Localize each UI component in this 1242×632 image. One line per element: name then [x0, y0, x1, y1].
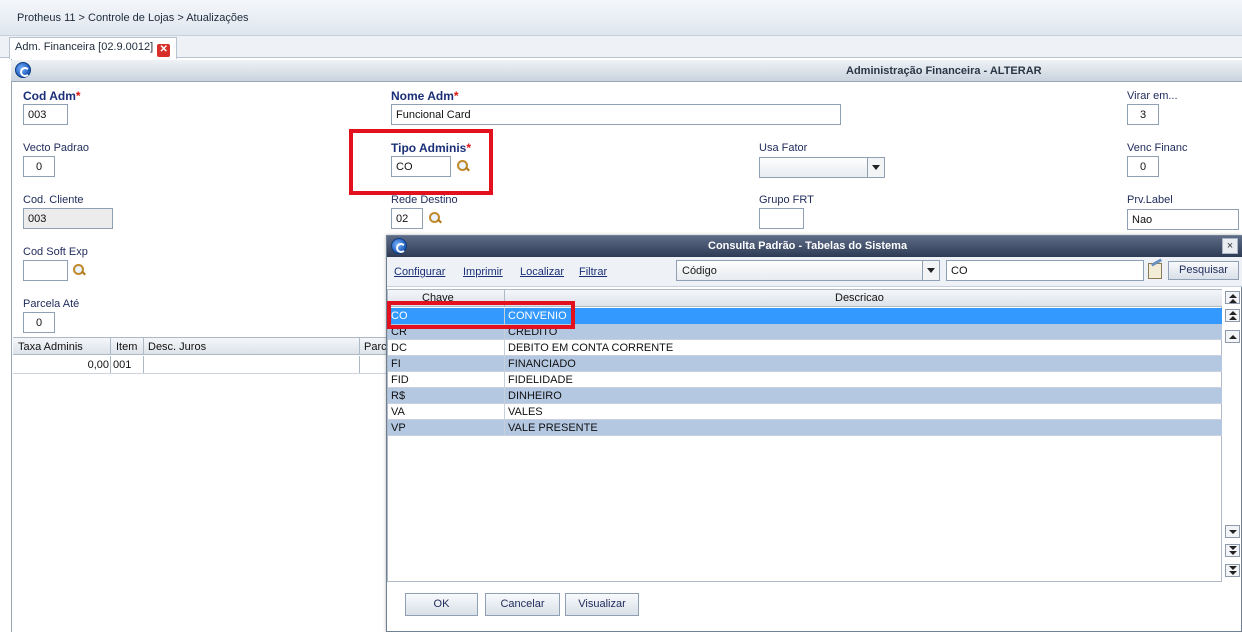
col-descricao[interactable]: Descricao [835, 292, 884, 304]
vecto-padrao-label: Vecto Padrao [23, 142, 90, 154]
vecto-padrao-field[interactable]: 0 [23, 156, 55, 177]
taxa-grid-header: Taxa Adminis Item Desc. Juros Parc [13, 337, 393, 355]
tab-strip [0, 36, 1242, 58]
selected-row-highlight [387, 301, 575, 329]
chevron-down-icon[interactable] [922, 261, 939, 280]
scroll-down-icon[interactable] [1225, 525, 1240, 538]
usa-fator-label: Usa Fator [759, 142, 808, 154]
form-title-bar [11, 60, 1242, 82]
breadcrumb: Protheus 11 > Controle de Lojas > Atuali… [17, 12, 249, 24]
close-tab-icon[interactable]: ✕ [157, 44, 171, 57]
col-parc[interactable]: Parc [364, 341, 387, 353]
form-title: Administração Financeira - ALTERAR [846, 65, 1042, 77]
tipo-adminis-label: Tipo Adminis* [391, 141, 472, 155]
venc-financ-label: Venc Financ [1127, 142, 1188, 154]
filtrar-link[interactable]: Filtrar [579, 266, 607, 278]
order-select-value: Código [682, 265, 717, 277]
usa-fator-select[interactable] [759, 157, 885, 178]
cod-adm-field[interactable]: 003 [23, 104, 68, 125]
cod-soft-exp-search-icon[interactable] [72, 263, 86, 277]
cell-item: 001 [113, 359, 132, 371]
tipo-adminis-search-icon[interactable] [456, 159, 470, 173]
list-item[interactable]: DC DEBITO EM CONTA CORRENTE [388, 340, 1222, 356]
localizar-link[interactable]: Localizar [520, 266, 564, 278]
col-desc-juros[interactable]: Desc. Juros [148, 341, 206, 353]
rede-destino-search-icon[interactable] [428, 211, 442, 225]
list-item[interactable]: FID FIDELIDADE [388, 372, 1222, 388]
dialog-logo-icon [391, 238, 407, 254]
rede-destino-label: Rede Destino [391, 194, 458, 206]
scroll-page-up-icon[interactable] [1225, 309, 1240, 322]
prv-label-label: Prv.Label [1127, 194, 1173, 206]
nome-adm-field[interactable]: Funcional Card [391, 104, 841, 125]
list-item[interactable]: VP VALE PRESENTE [388, 420, 1222, 436]
protheus-logo-icon [15, 62, 31, 78]
col-item[interactable]: Item [116, 341, 137, 353]
scroll-bottom-icon[interactable] [1225, 564, 1240, 577]
nome-adm-label: Nome Adm* [391, 89, 459, 103]
tab-adm-financeira[interactable]: Adm. Financeira [02.9.0012] ✕ [9, 37, 178, 59]
search-input[interactable]: CO [946, 260, 1144, 281]
list-item[interactable]: VA VALES [388, 404, 1222, 420]
prv-label-select[interactable]: Nao [1127, 209, 1239, 230]
cancel-button[interactable]: Cancelar [485, 593, 560, 616]
virar-em-field[interactable]: 3 [1127, 104, 1159, 125]
configurar-link[interactable]: Configurar [394, 266, 445, 278]
cell-taxa: 0,00 [87, 359, 109, 371]
cod-adm-label: Cod Adm* [23, 89, 81, 103]
col-taxa-adminis[interactable]: Taxa Adminis [18, 341, 83, 353]
rede-destino-field[interactable]: 02 [391, 208, 423, 229]
cod-soft-exp-field[interactable] [23, 260, 68, 281]
virar-em-label: Virar em... [1127, 90, 1178, 102]
tipo-adminis-field[interactable]: CO [391, 156, 451, 177]
venc-financ-field[interactable]: 0 [1127, 156, 1159, 177]
list-item[interactable]: FI FINANCIADO [388, 356, 1222, 372]
pesquisar-button[interactable]: Pesquisar [1168, 261, 1239, 280]
list-item[interactable]: R$ DINHEIRO [388, 388, 1222, 404]
scroll-top-icon[interactable] [1225, 291, 1240, 304]
grupo-frt-label: Grupo FRT [759, 194, 814, 206]
parcela-ate-field[interactable]: 0 [23, 312, 55, 333]
close-icon[interactable]: × [1222, 238, 1238, 254]
cod-soft-exp-label: Cod Soft Exp [23, 246, 88, 258]
scroll-up-icon[interactable] [1225, 330, 1240, 343]
scroll-page-down-icon[interactable] [1225, 544, 1240, 557]
grupo-frt-field[interactable] [759, 208, 804, 229]
imprimir-link[interactable]: Imprimir [463, 266, 503, 278]
chevron-down-icon[interactable] [867, 158, 884, 177]
cod-cliente-label: Cod. Cliente [23, 194, 84, 206]
cod-cliente-field: 003 [23, 208, 113, 229]
tab-label: Adm. Financeira [02.9.0012] [15, 41, 154, 53]
parcela-ate-label: Parcela Até [23, 298, 80, 310]
notepad-icon[interactable] [1147, 260, 1163, 279]
dialog-title: Consulta Padrão - Tabelas do Sistema [708, 240, 908, 252]
ok-button[interactable]: OK [405, 593, 478, 616]
visualizar-button[interactable]: Visualizar [565, 593, 639, 616]
order-select[interactable]: Código [676, 260, 940, 281]
table-row[interactable]: 0,00 001 [13, 356, 393, 374]
